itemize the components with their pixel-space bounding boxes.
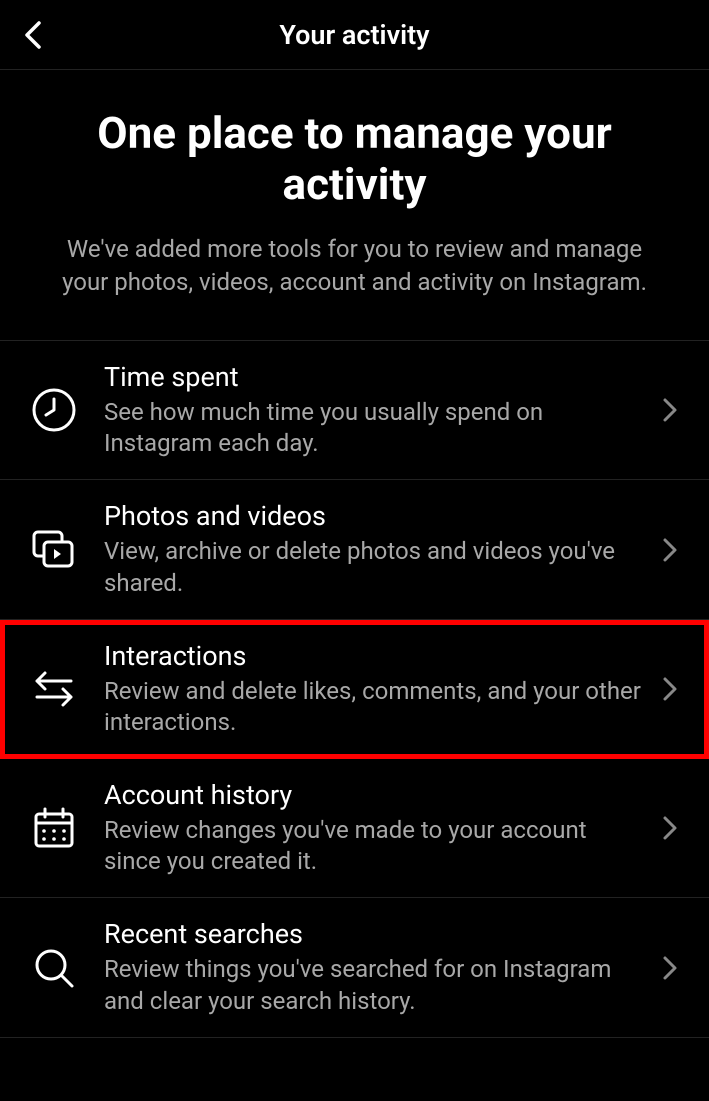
list-item-recent-searches[interactable]: Recent searches Review things you've sea… — [0, 898, 709, 1037]
list-item-photos-videos[interactable]: Photos and videos View, archive or delet… — [0, 480, 709, 619]
list-item-time-spent[interactable]: Time spent See how much time you usually… — [0, 341, 709, 480]
item-title: Photos and videos — [104, 500, 645, 532]
item-title: Account history — [104, 779, 645, 811]
search-icon — [24, 945, 84, 991]
item-desc: Review things you've searched for on Ins… — [104, 954, 645, 1016]
arrows-swap-icon — [24, 667, 84, 711]
activity-list: Time spent See how much time you usually… — [0, 340, 709, 1038]
back-button[interactable] — [12, 15, 52, 55]
chevron-right-icon — [655, 397, 685, 423]
list-item-account-history[interactable]: Account history Review changes you've ma… — [0, 759, 709, 898]
intro-title: One place to manage your activity — [40, 108, 669, 209]
item-text: Photos and videos View, archive or delet… — [104, 500, 655, 598]
header: Your activity — [0, 0, 709, 70]
intro-section: One place to manage your activity We've … — [0, 70, 709, 340]
item-text: Recent searches Review things you've sea… — [104, 918, 655, 1016]
intro-subtitle: We've added more tools for you to review… — [40, 233, 669, 298]
item-text: Time spent See how much time you usually… — [104, 361, 655, 459]
page-title: Your activity — [0, 19, 709, 51]
clock-icon — [24, 387, 84, 433]
item-text: Interactions Review and delete likes, co… — [104, 640, 655, 738]
chevron-right-icon — [655, 676, 685, 702]
item-title: Recent searches — [104, 918, 645, 950]
item-text: Account history Review changes you've ma… — [104, 779, 655, 877]
item-title: Time spent — [104, 361, 645, 393]
item-desc: Review and delete likes, comments, and y… — [104, 676, 645, 738]
chevron-right-icon — [655, 815, 685, 841]
media-icon — [24, 526, 84, 574]
calendar-icon — [24, 805, 84, 851]
item-desc: See how much time you usually spend on I… — [104, 397, 645, 459]
chevron-right-icon — [655, 955, 685, 981]
item-desc: View, archive or delete photos and video… — [104, 536, 645, 598]
list-item-interactions[interactable]: Interactions Review and delete likes, co… — [0, 620, 709, 759]
chevron-left-icon — [21, 19, 43, 51]
item-desc: Review changes you've made to your accou… — [104, 815, 645, 877]
chevron-right-icon — [655, 537, 685, 563]
item-title: Interactions — [104, 640, 645, 672]
